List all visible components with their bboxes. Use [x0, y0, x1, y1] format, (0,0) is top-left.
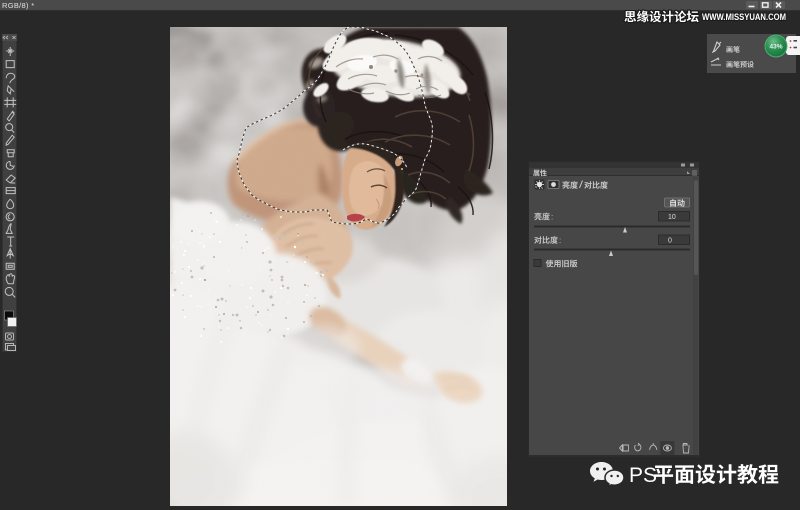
svg-text:PS: PS	[629, 464, 657, 487]
svg-text::: :	[551, 213, 553, 222]
svg-text:WWW.MISSYUAN.COM: WWW.MISSYUAN.COM	[702, 12, 786, 22]
svg-text:0: 0	[668, 237, 672, 244]
svg-text:10: 10	[668, 214, 676, 221]
svg-text:43%: 43%	[769, 44, 782, 51]
svg-text::: :	[559, 236, 561, 245]
